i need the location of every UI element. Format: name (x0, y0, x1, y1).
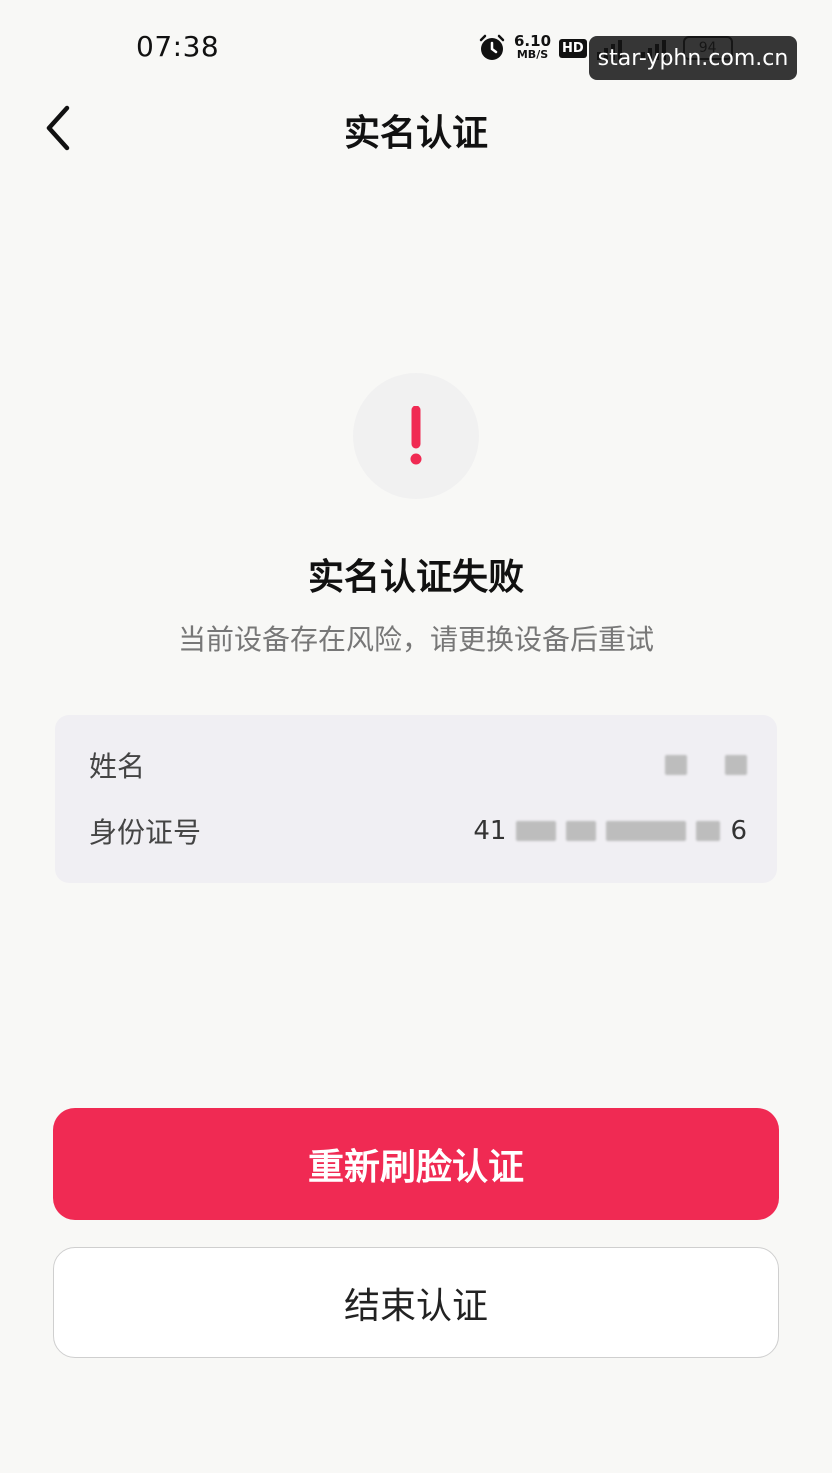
mask-block (725, 755, 747, 775)
screen: 07:38 6.10 MB/S HD star-yphn.com.cn 实名认证… (0, 0, 832, 1473)
exclamation-icon (410, 406, 422, 465)
net-speed: 6.10 MB/S (514, 32, 552, 62)
status-bar: 07:38 6.10 MB/S HD star-yphn.com.cn (0, 0, 832, 92)
identity-info-card: 姓名 身份证号 41 6 (55, 715, 777, 883)
id-number-label: 身份证号 (89, 816, 202, 849)
mask-block (665, 755, 687, 775)
page-title: 实名认证 (343, 113, 488, 154)
result-description: 当前设备存在风险，请更换设备后重试 (177, 623, 654, 656)
result-status-icon (353, 373, 479, 499)
mask-block (516, 821, 557, 841)
id-number-prefix: 41 (473, 816, 507, 846)
retry-face-auth-button[interactable]: 重新刷脸认证 (53, 1108, 779, 1220)
mask-block (696, 821, 721, 841)
mask-block (566, 821, 597, 841)
id-number-row: 身份证号 41 6 (89, 809, 747, 853)
id-number-value-masked: 41 6 (473, 816, 747, 846)
result-title: 实名认证失败 (307, 557, 524, 598)
name-value-masked (665, 755, 747, 775)
watermark: star-yphn.com.cn (589, 36, 797, 80)
end-auth-button[interactable]: 结束认证 (53, 1247, 779, 1358)
net-speed-unit: MB/S (516, 48, 549, 61)
header: 实名认证 (0, 92, 832, 164)
id-number-suffix: 6 (730, 816, 747, 846)
mask-block (606, 821, 687, 841)
name-row: 姓名 (89, 743, 747, 787)
status-time: 07:38 (136, 30, 220, 63)
hd-badge: HD (559, 38, 587, 58)
alarm-icon (479, 34, 505, 60)
net-speed-value: 6.10 (514, 32, 552, 50)
name-label: 姓名 (89, 750, 146, 783)
